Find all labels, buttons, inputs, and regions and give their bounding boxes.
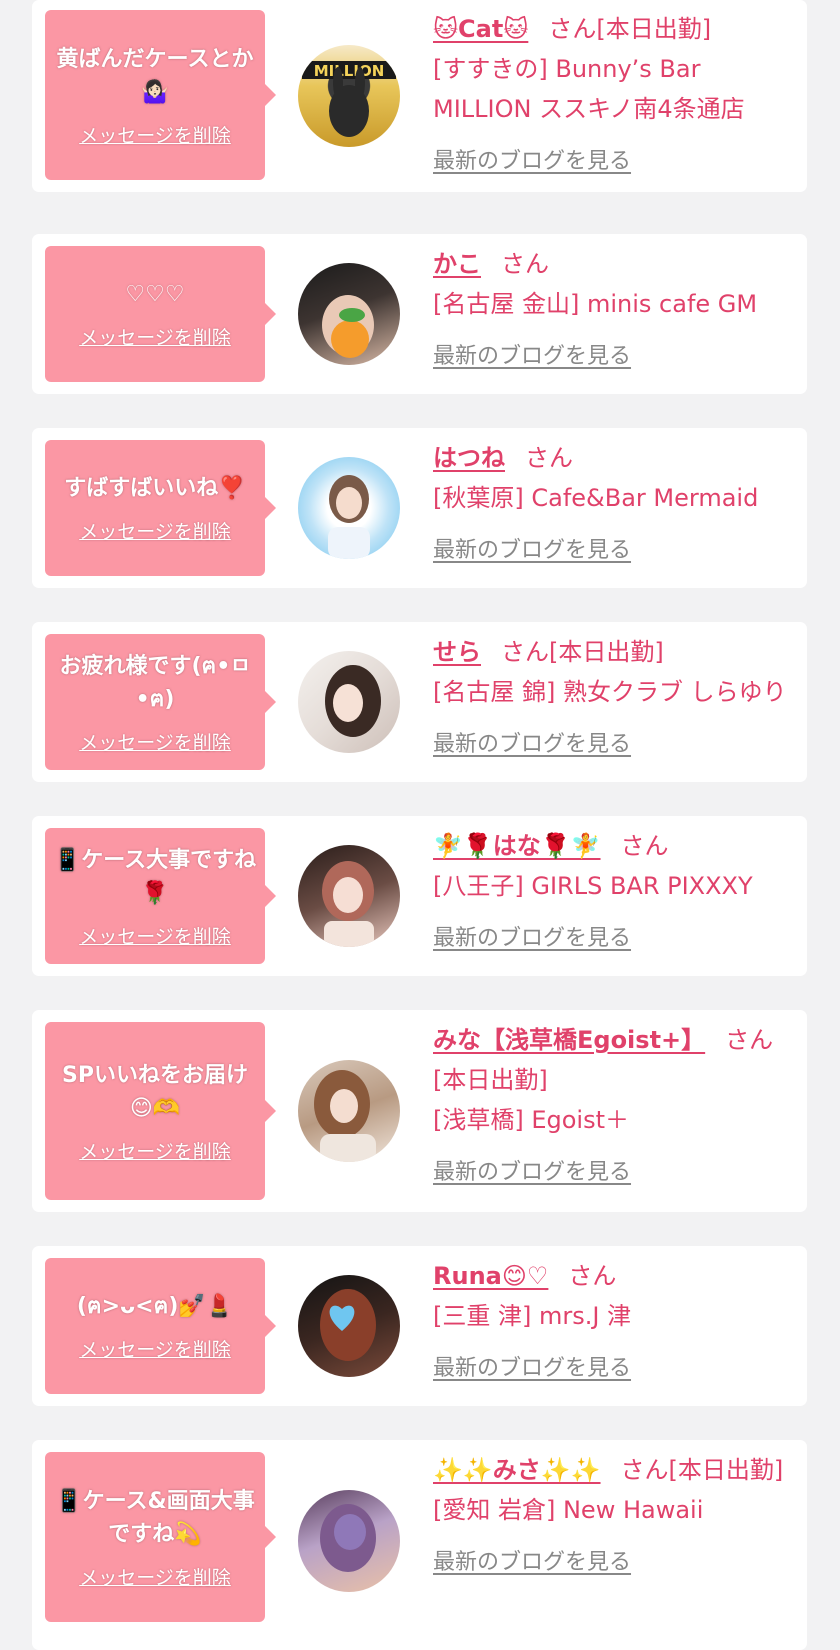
cast-info: ✨✨みさ✨✨ さん[本日出勤] [愛知 岩倉] New Hawaii 最新のブログ… bbox=[433, 1450, 793, 1576]
avatar-image bbox=[328, 475, 370, 559]
svg-text:MILLION: MILLION bbox=[314, 62, 385, 80]
latest-blog-link[interactable]: 最新のブログを見る bbox=[433, 143, 631, 175]
latest-blog-link[interactable]: 最新のブログを見る bbox=[433, 532, 631, 564]
message-card: ♡♡♡ メッセージを削除 かこ さん [名古屋 金山] minis cafe GM… bbox=[32, 234, 807, 394]
honorific: さん bbox=[568, 1262, 617, 1290]
latest-blog-link[interactable]: 最新のブログを見る bbox=[433, 1154, 631, 1186]
cast-name-link[interactable]: せら bbox=[433, 638, 481, 666]
avatar[interactable] bbox=[298, 457, 400, 559]
cast-name-link[interactable]: 🧚🌹はな🌹🧚 bbox=[433, 832, 601, 860]
delete-message-link[interactable]: メッセージを削除 bbox=[79, 922, 231, 949]
avatar[interactable] bbox=[298, 1490, 400, 1592]
honorific: さん bbox=[620, 832, 669, 860]
store-name: [名古屋 錦] 熟女クラブ しらゆり bbox=[433, 678, 787, 706]
message-bubble: ♡♡♡ メッセージを削除 bbox=[45, 246, 276, 382]
avatar-image bbox=[314, 1070, 376, 1162]
store-name: [浅草橋] Egoist＋ bbox=[433, 1106, 630, 1134]
message-text: 📱ケース大事ですね🌹 bbox=[53, 847, 257, 906]
message-bubble: (ฅ>ᴗ<ฅ)💅💄 メッセージを削除 bbox=[45, 1258, 276, 1394]
latest-blog-link[interactable]: 最新のブログを見る bbox=[433, 920, 631, 952]
delete-message-link[interactable]: メッセージを削除 bbox=[79, 517, 231, 544]
message-text: ♡♡♡ bbox=[125, 282, 185, 307]
delete-message-link[interactable]: メッセージを削除 bbox=[79, 1563, 231, 1590]
delete-message-link[interactable]: メッセージを削除 bbox=[79, 1335, 231, 1362]
avatar[interactable] bbox=[298, 1275, 400, 1377]
avatar[interactable] bbox=[298, 263, 400, 365]
delete-message-link[interactable]: メッセージを削除 bbox=[79, 121, 231, 148]
honorific: さん bbox=[525, 444, 573, 472]
avatar[interactable] bbox=[298, 845, 400, 947]
delete-message-link[interactable]: メッセージを削除 bbox=[79, 728, 231, 755]
message-bubble: 📱ケース&画面大事ですね💫 メッセージを削除 bbox=[45, 1452, 276, 1622]
delete-message-link[interactable]: メッセージを削除 bbox=[79, 323, 231, 350]
store-name: [名古屋 金山] minis cafe GM bbox=[433, 290, 758, 318]
message-card: 📱ケース大事ですね🌹 メッセージを削除 🧚🌹はな🌹🧚 さん [八王子] GIRLS… bbox=[32, 816, 807, 976]
store-name: [三重 津] mrs.J 津 bbox=[433, 1302, 632, 1330]
message-card: 黄ばんだケースとか🤷🏻‍♀️ メッセージを削除 MILLION 🐱Cat🐱 さん[… bbox=[32, 0, 807, 192]
avatar[interactable] bbox=[298, 651, 400, 753]
cast-name-link[interactable]: ✨✨みさ✨✨ bbox=[433, 1456, 601, 1484]
latest-blog-link[interactable]: 最新のブログを見る bbox=[433, 1544, 631, 1576]
cast-info: Runa😊♡ さん [三重 津] mrs.J 津 最新のブログを見る bbox=[433, 1256, 793, 1382]
message-bubble: 📱ケース大事ですね🌹 メッセージを削除 bbox=[45, 828, 276, 964]
message-card: お疲れ様です(ฅ•ㅁ•ฅ) メッセージを削除 せら さん[本日出勤] [名古屋 錦… bbox=[32, 622, 807, 782]
message-text: 📱ケース&画面大事ですね💫 bbox=[55, 1488, 255, 1547]
message-bubble: お疲れ様です(ฅ•ㅁ•ฅ) メッセージを削除 bbox=[45, 634, 276, 770]
avatar-image: MILLION bbox=[302, 61, 396, 137]
attendance-status: [本日出勤] bbox=[433, 1066, 548, 1094]
avatar-image bbox=[320, 1504, 376, 1572]
delete-message-link[interactable]: メッセージを削除 bbox=[79, 1137, 231, 1164]
avatar-image bbox=[322, 861, 374, 947]
message-text: (ฅ>ᴗ<ฅ)💅💄 bbox=[76, 1294, 234, 1319]
cast-info: みな【浅草橋Egoist+】 さん [本日出勤] [浅草橋] Egoist＋ 最新の… bbox=[433, 1020, 793, 1186]
message-text: お疲れ様です(ฅ•ㅁ•ฅ) bbox=[59, 653, 251, 712]
cast-name-link[interactable]: Runa😊♡ bbox=[433, 1262, 548, 1290]
attendance-status: [本日出勤] bbox=[549, 638, 664, 666]
message-bubble: SPいいねをお届け😊🫶 メッセージを削除 bbox=[45, 1022, 276, 1200]
cast-name-link[interactable]: かこ bbox=[433, 250, 481, 278]
cast-info: 🧚🌹はな🌹🧚 さん [八王子] GIRLS BAR PIXXXY 最新のブログを見… bbox=[433, 826, 793, 952]
avatar-image bbox=[325, 665, 381, 737]
avatar-image bbox=[320, 1289, 376, 1361]
store-name: [愛知 岩倉] New Hawaii bbox=[433, 1496, 704, 1524]
honorific: さん bbox=[501, 638, 549, 666]
attendance-status: [本日出勤] bbox=[668, 1456, 784, 1484]
latest-blog-link[interactable]: 最新のブログを見る bbox=[433, 726, 631, 758]
cast-name-link[interactable]: はつね bbox=[433, 444, 505, 472]
honorific: さん bbox=[548, 15, 597, 43]
store-name: [秋葉原] Cafe&Bar Mermaid bbox=[433, 484, 759, 512]
cast-info: 🐱Cat🐱 さん[本日出勤] [すすきの] Bunny’s Bar MILLION… bbox=[433, 9, 793, 175]
cast-info: かこ さん [名古屋 金山] minis cafe GM 最新のブログを見る bbox=[433, 244, 793, 370]
avatar-image bbox=[322, 295, 374, 358]
message-text: SPいいねをお届け😊🫶 bbox=[62, 1062, 248, 1121]
message-card: すばすばいいね❣️ メッセージを削除 はつね さん [秋葉原] Cafe&Bar … bbox=[32, 428, 807, 588]
message-card: SPいいねをお届け😊🫶 メッセージを削除 みな【浅草橋Egoist+】 さん [本日… bbox=[32, 1010, 807, 1212]
cast-info: はつね さん [秋葉原] Cafe&Bar Mermaid 最新のブログを見る bbox=[433, 438, 793, 564]
message-text: すばすばいいね❣️ bbox=[64, 476, 246, 501]
latest-blog-link[interactable]: 最新のブログを見る bbox=[433, 338, 631, 370]
store-name: [八王子] GIRLS BAR PIXXXY bbox=[433, 872, 753, 900]
message-card: 📱ケース&画面大事ですね💫 メッセージを削除 ✨✨みさ✨✨ さん[本日出勤] [愛… bbox=[32, 1440, 807, 1650]
attendance-status: [本日出勤] bbox=[596, 15, 712, 43]
cast-info: せら さん[本日出勤] [名古屋 錦] 熟女クラブ しらゆり 最新のブログを見る bbox=[433, 632, 793, 758]
avatar[interactable]: MILLION bbox=[298, 45, 400, 147]
honorific: さん bbox=[501, 250, 549, 278]
message-bubble: すばすばいいね❣️ メッセージを削除 bbox=[45, 440, 276, 576]
honorific: さん bbox=[725, 1026, 774, 1054]
cast-name-link[interactable]: みな【浅草橋Egoist+】 bbox=[433, 1026, 705, 1054]
message-text: 黄ばんだケースとか🤷🏻‍♀️ bbox=[56, 46, 254, 105]
cast-name-link[interactable]: 🐱Cat🐱 bbox=[433, 15, 528, 43]
message-bubble: 黄ばんだケースとか🤷🏻‍♀️ メッセージを削除 bbox=[45, 10, 276, 180]
store-name: [すすきの] Bunny’s Bar MILLION ススキノ南4条通店 bbox=[433, 55, 745, 123]
avatar[interactable] bbox=[298, 1060, 400, 1162]
honorific: さん bbox=[620, 1456, 669, 1484]
latest-blog-link[interactable]: 最新のブログを見る bbox=[433, 1350, 631, 1382]
message-card: (ฅ>ᴗ<ฅ)💅💄 メッセージを削除 Runa😊♡ さん [三重 津] mrs.J… bbox=[32, 1246, 807, 1406]
